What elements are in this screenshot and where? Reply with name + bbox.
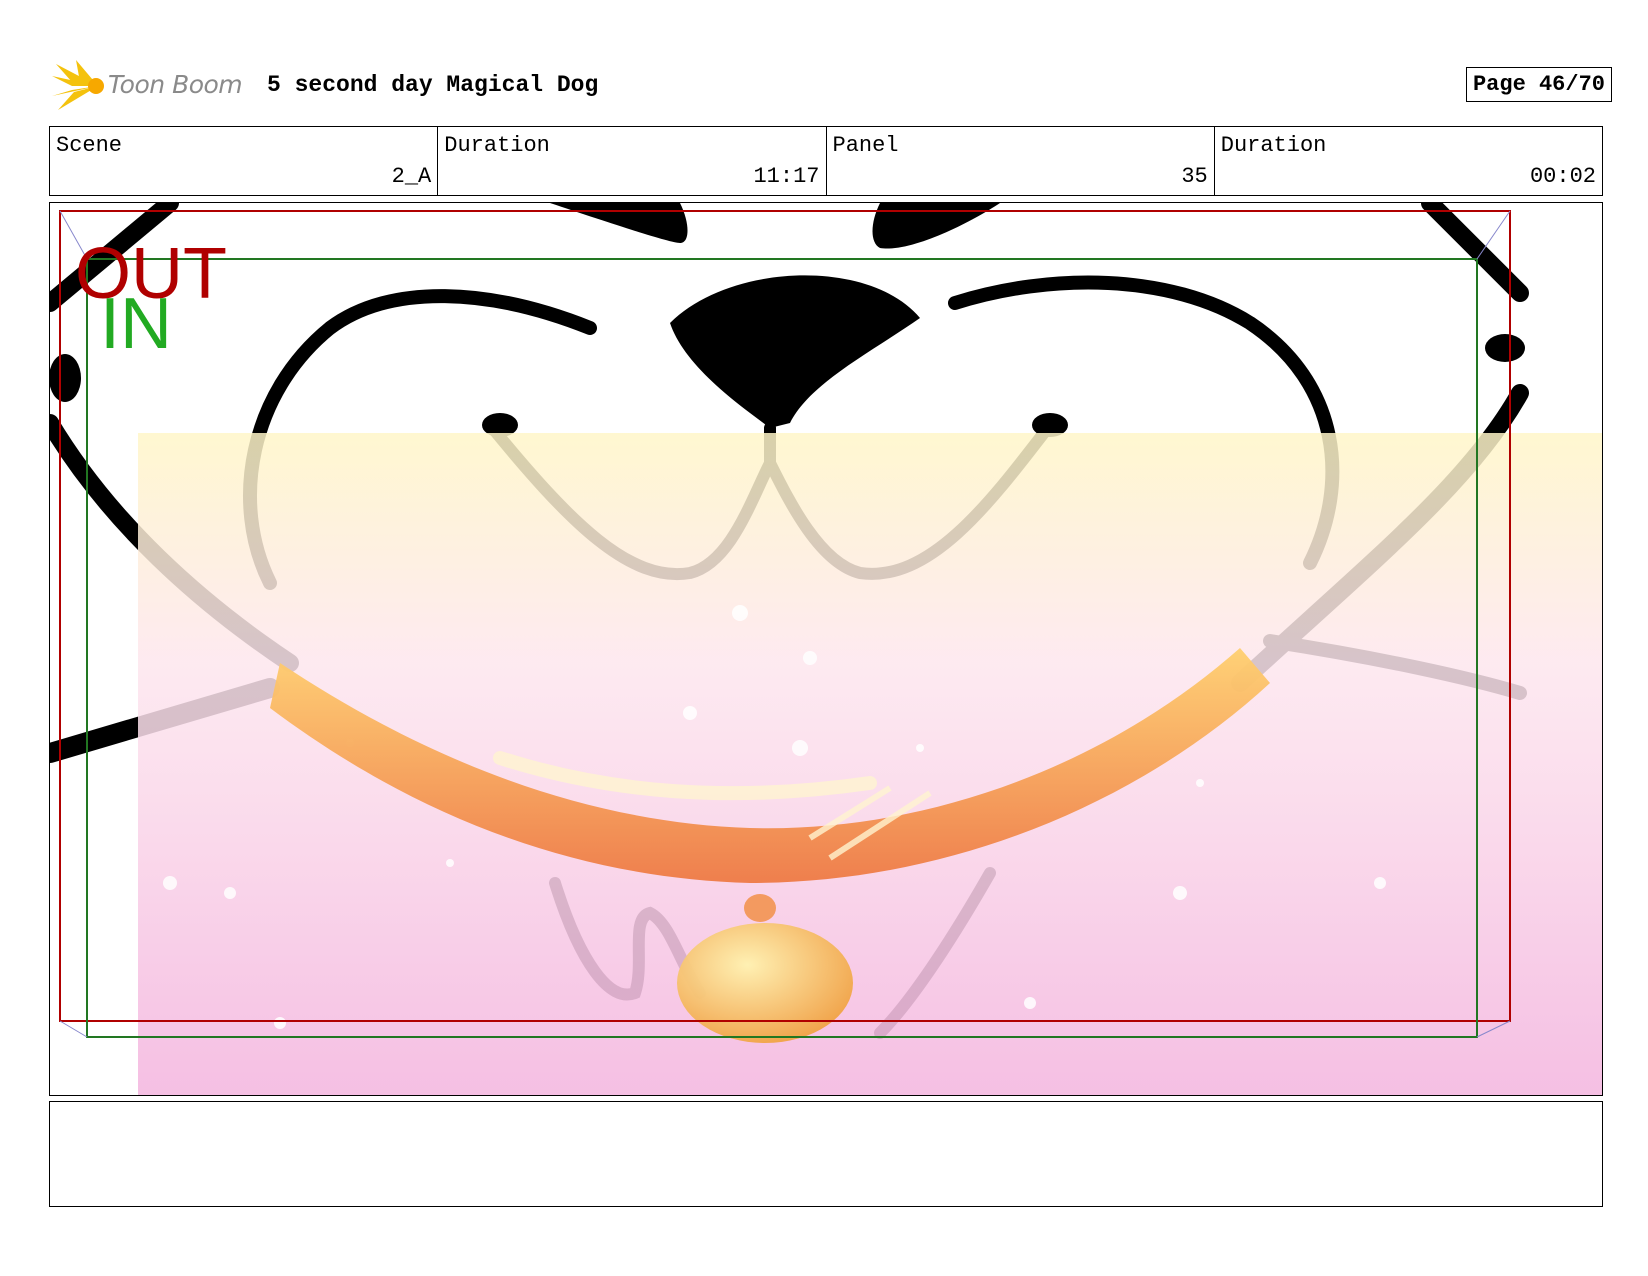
panel-duration-label: Duration xyxy=(1220,133,1327,158)
dog-face-closeup-collar-icon: OUT IN xyxy=(50,203,1602,1095)
panel-duration-value: 00:02 xyxy=(1529,164,1596,189)
scene-duration-label: Duration xyxy=(444,133,550,158)
scene-cell: Scene 2_A xyxy=(50,127,439,195)
scene-value: 2_A xyxy=(391,164,432,189)
project-title: 5 second day Magical Dog xyxy=(267,72,599,98)
scene-info-table: Scene 2_A Duration 11:17 Panel 35 Durati… xyxy=(49,126,1603,196)
starburst-icon xyxy=(52,60,104,110)
panel-value: 35 xyxy=(1181,164,1208,189)
storyboard-header: Toon Boom 5 second day Magical Dog Page … xyxy=(52,58,1612,114)
scene-duration-cell: Duration 11:17 xyxy=(438,127,827,195)
logo-text: Toon Boom xyxy=(108,70,243,99)
panel-cell: Panel 35 xyxy=(827,127,1215,195)
panel-label: Panel xyxy=(832,133,899,158)
storyboard-panel-image: OUT IN xyxy=(49,202,1603,1096)
scene-label: Scene xyxy=(56,133,123,158)
page-indicator: Page 46/70 xyxy=(1465,67,1612,102)
panel-duration-cell: Duration 00:02 xyxy=(1215,127,1602,195)
scene-duration-value: 11:17 xyxy=(753,164,820,189)
panel-notes-box xyxy=(49,1101,1603,1207)
frame-in-label: IN xyxy=(100,284,172,364)
toon-boom-logo: Toon Boom xyxy=(52,58,252,114)
